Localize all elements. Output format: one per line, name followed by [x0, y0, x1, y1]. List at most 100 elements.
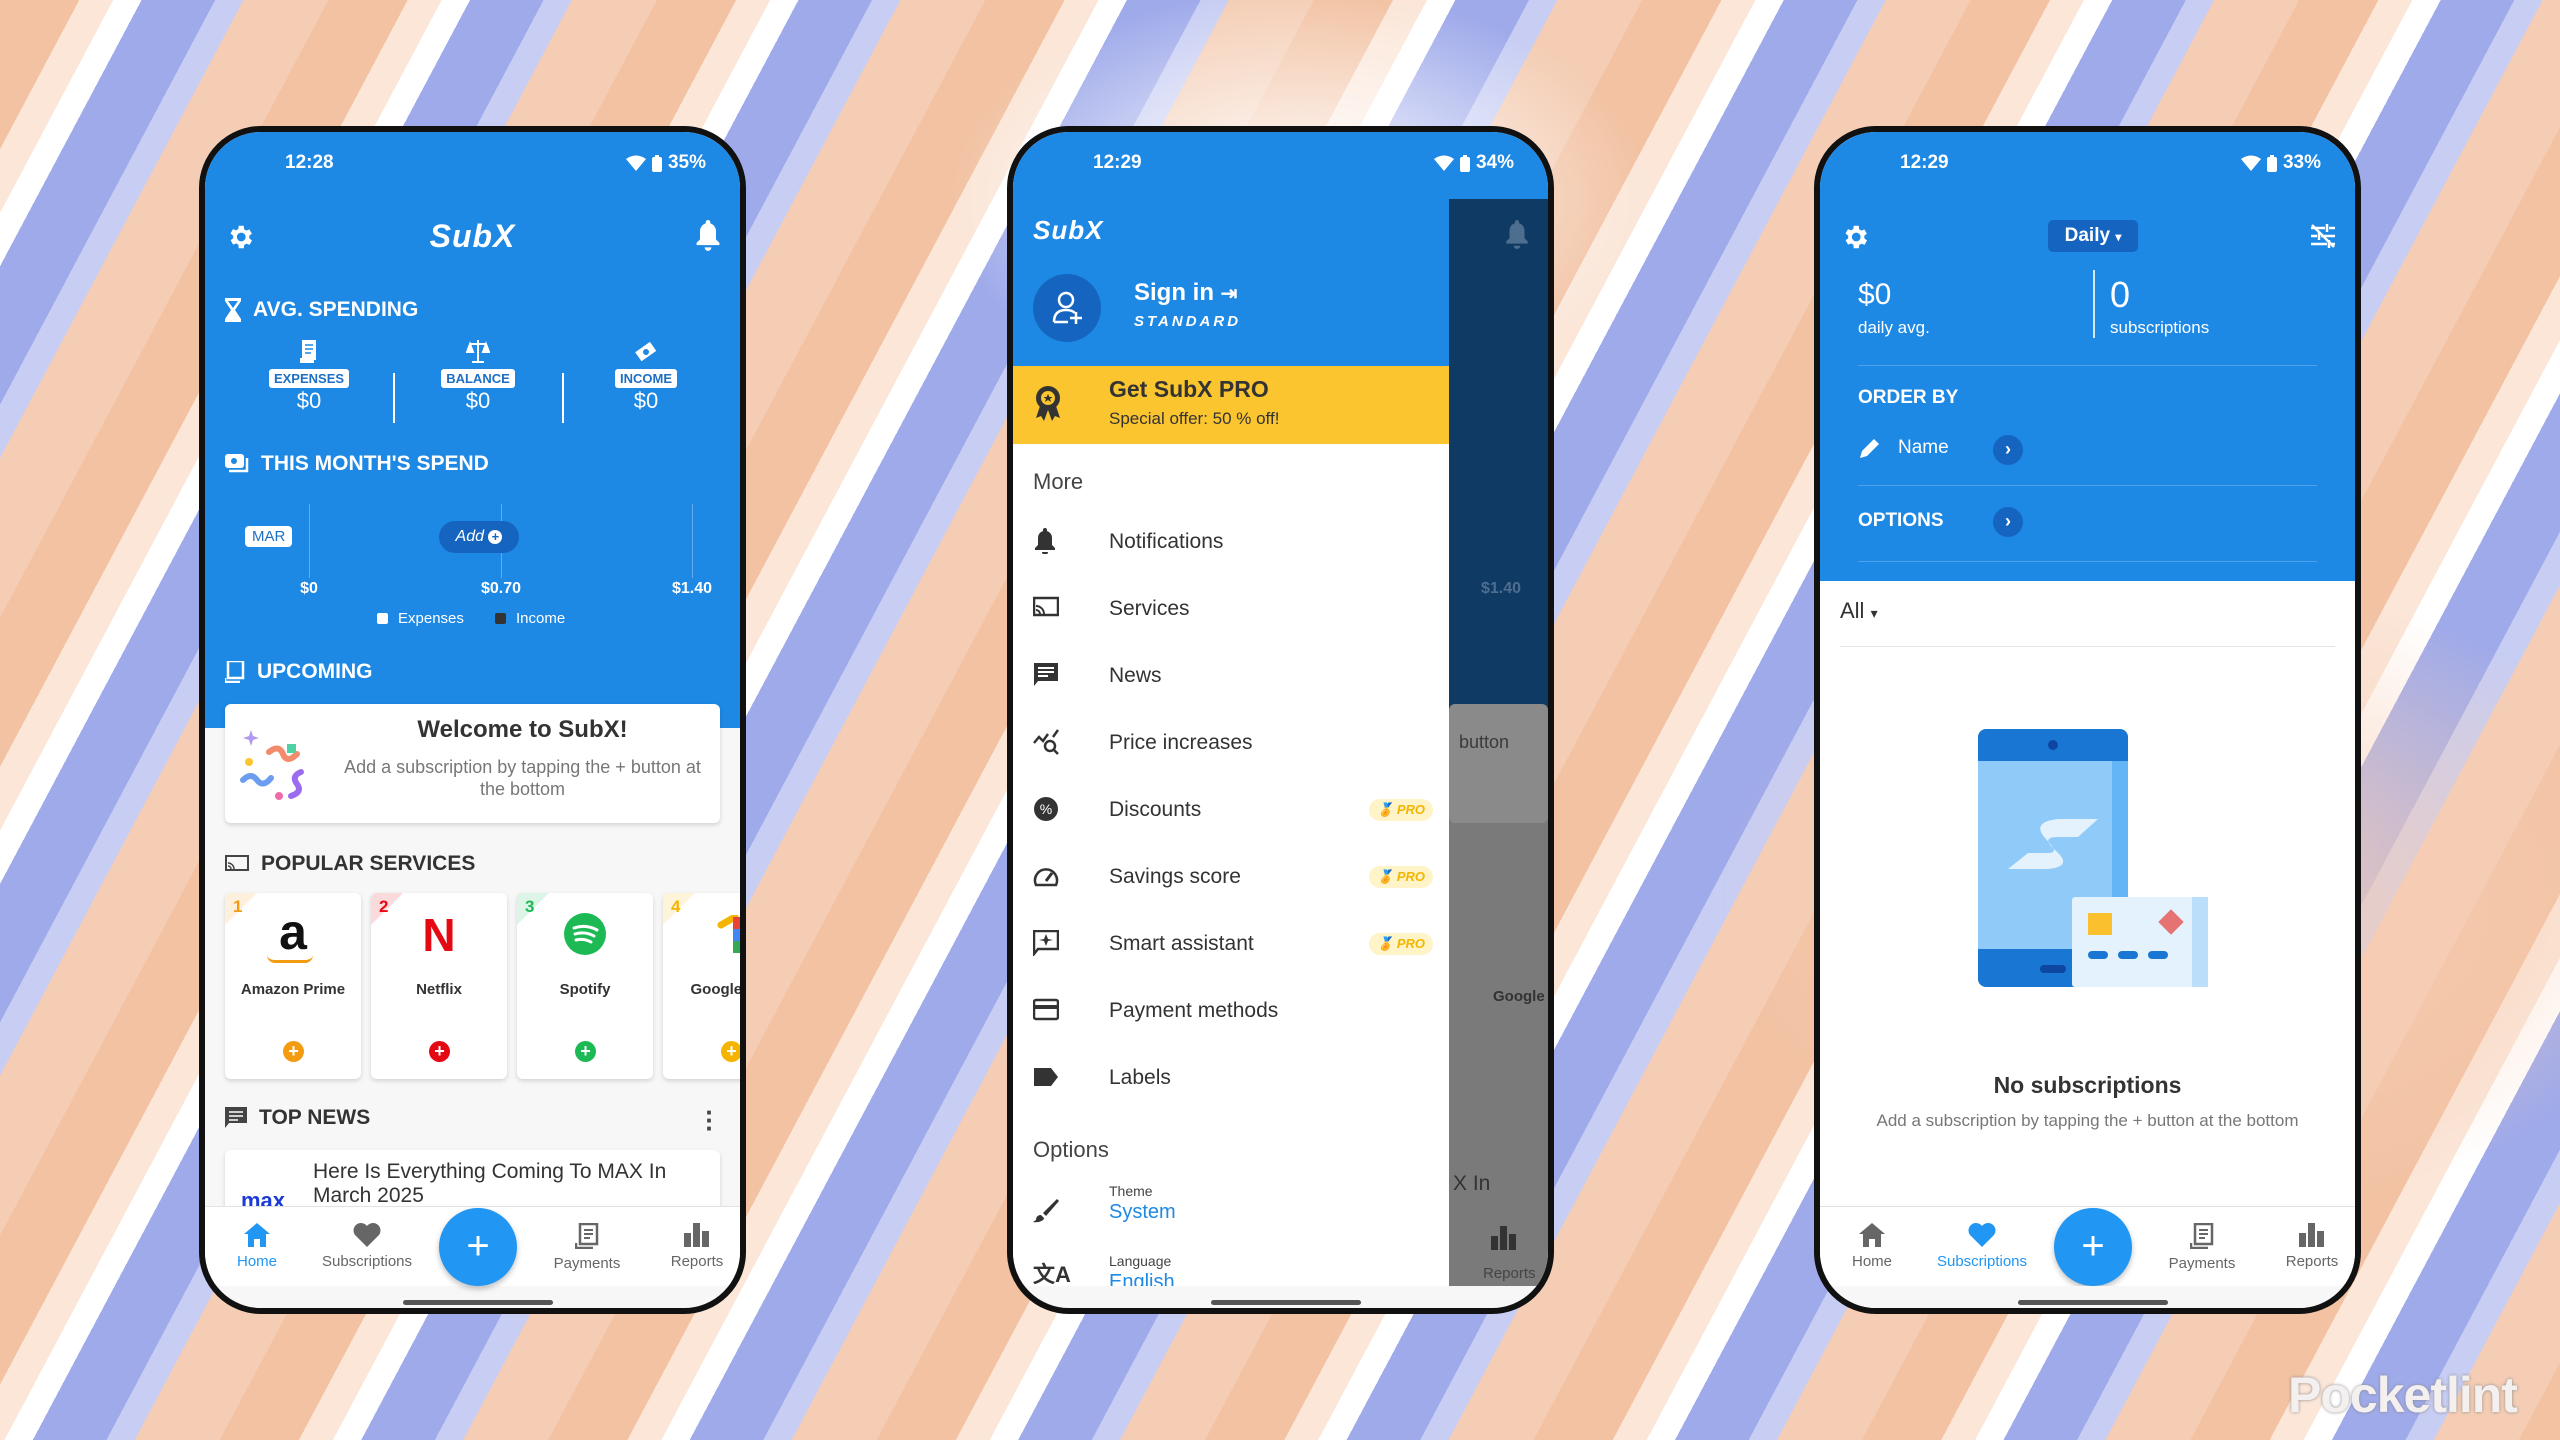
rank-number: 4 — [671, 897, 681, 916]
nav-label: Payments — [553, 1255, 621, 1272]
service-card-amazon-prime[interactable]: 1 a Amazon Prime + — [225, 893, 361, 1079]
add-subscription-fab[interactable]: + — [2054, 1208, 2132, 1286]
drawer-item-services[interactable]: Services — [1013, 581, 1449, 637]
drawer-item-label: Savings score — [1109, 865, 1241, 888]
service-card-netflix[interactable]: 2 N Netflix + — [371, 893, 507, 1079]
legend-income: Income — [495, 610, 565, 627]
dimmed-text: X In — [1453, 1172, 1491, 1195]
heart-icon — [353, 1223, 381, 1247]
add-subscription-fab[interactable]: + — [439, 1208, 517, 1286]
nav-reports[interactable]: Reports — [642, 1207, 740, 1270]
options-section-header: Options — [1033, 1137, 1109, 1162]
month-spend-heading: THIS MONTH'S SPEND — [225, 452, 489, 476]
add-service-button[interactable]: + — [283, 1041, 304, 1062]
chart-gridline — [309, 504, 310, 578]
drawer-item-label: Notifications — [1109, 530, 1224, 553]
nav-label: Subscriptions — [1936, 1253, 2028, 1270]
pro-badge-label: PRO — [1396, 936, 1425, 951]
drawer-item-labels[interactable]: Labels — [1013, 1050, 1449, 1106]
pro-badge: 🏅 PRO — [1369, 799, 1433, 821]
nav-home[interactable]: Home — [1820, 1207, 1927, 1270]
settings-gear-icon[interactable] — [1840, 222, 1870, 252]
status-icons: 35% — [625, 152, 706, 174]
divider — [1858, 561, 2317, 562]
service-card-spotify[interactable]: 3 Spotify + — [517, 893, 653, 1079]
service-name: Netflix — [416, 981, 462, 998]
wifi-icon — [2240, 155, 2261, 171]
nav-reports[interactable]: Reports — [2257, 1207, 2355, 1270]
filter-dropdown[interactable]: All ▾ — [1840, 598, 1878, 624]
welcome-title: Welcome to SubX! — [417, 716, 628, 743]
nav-label: Payments — [2168, 1255, 2236, 1272]
label-icon — [1034, 1068, 1058, 1086]
legend-swatch — [377, 613, 388, 624]
nav-payments[interactable]: Payments — [532, 1207, 642, 1272]
nav-home[interactable]: Home — [205, 1207, 312, 1270]
drawer-item-payment-methods[interactable]: Payment methods — [1013, 983, 1449, 1039]
legend-label: Expenses — [398, 610, 464, 627]
welcome-text: Add a subscription by tapping the + butt… — [344, 757, 701, 799]
filter-off-icon[interactable] — [2309, 222, 2337, 250]
drawer-item-smart-assistant[interactable]: Smart assistant 🏅 PRO — [1013, 916, 1449, 972]
drawer-item-price-increases[interactable]: Price increases — [1013, 715, 1449, 771]
add-service-button[interactable]: + — [429, 1041, 450, 1062]
promo-subtitle: Special offer: 50 % off! — [1109, 409, 1280, 428]
popular-services-title: POPULAR SERVICES — [261, 852, 476, 875]
stats-divider — [2093, 270, 2095, 338]
wifi-icon — [1433, 155, 1454, 171]
status-time: 12:29 — [1093, 152, 1142, 173]
dimmed-card — [1449, 704, 1548, 823]
drawer-item-label: News — [1109, 664, 1162, 687]
add-user-icon — [1052, 291, 1082, 324]
drawer-item-label: Smart assistant — [1109, 932, 1254, 955]
home-icon — [1859, 1223, 1885, 1247]
drawer-item-notifications[interactable]: Notifications — [1013, 514, 1449, 570]
nav-payments[interactable]: Payments — [2147, 1207, 2257, 1272]
drawer-item-news[interactable]: News — [1013, 648, 1449, 704]
dimmed-background[interactable] — [1449, 199, 1548, 709]
avg-spending-heading: AVG. SPENDING — [225, 298, 418, 322]
period-dropdown[interactable]: Daily ▾ — [2048, 220, 2138, 252]
phone-drawer-screen: $1.40 button Google C X In Reports 12:29… — [1007, 126, 1554, 1314]
welcome-card[interactable]: Welcome to SubX! Add a subscription by t… — [225, 704, 720, 823]
drawer-item-savings-score[interactable]: Savings score 🏅 PRO — [1013, 849, 1449, 905]
rank-number: 3 — [525, 897, 535, 916]
order-by-chevron-right-icon[interactable]: › — [1993, 435, 2023, 465]
options-chevron-right-icon[interactable]: › — [1993, 507, 2023, 537]
drawer-item-discounts[interactable]: % Discounts 🏅 PRO — [1013, 782, 1449, 838]
gesture-bar[interactable] — [2018, 1300, 2168, 1305]
bar-chart-icon — [1491, 1226, 1516, 1250]
promo-title: Get SubX PRO — [1109, 376, 1269, 402]
get-pro-banner[interactable]: Get SubX PRO Special offer: 50 % off! — [1013, 366, 1449, 444]
gesture-bar[interactable] — [1211, 1300, 1361, 1305]
avatar[interactable] — [1033, 274, 1101, 342]
bar-chart-icon — [2299, 1223, 2324, 1247]
drawer-item-label: Labels — [1109, 1066, 1171, 1089]
receipt-icon — [575, 1223, 599, 1249]
dimmed-tick: $1.40 — [1481, 580, 1522, 597]
axis-tick: $1.40 — [671, 580, 713, 597]
nav-subscriptions[interactable]: Subscriptions — [1927, 1207, 2037, 1270]
add-service-button[interactable]: + — [721, 1041, 740, 1062]
status-icons: 33% — [2240, 152, 2321, 174]
nav-subscriptions[interactable]: Subscriptions — [312, 1207, 422, 1270]
add-service-button[interactable]: + — [575, 1041, 596, 1062]
month-label: MAR — [245, 526, 293, 547]
option-value: System — [1109, 1201, 1176, 1223]
news-more-kebab-icon[interactable]: · · · — [705, 1099, 714, 1141]
pro-badge-label: PRO — [1396, 802, 1425, 817]
upcoming-title: UPCOMING — [257, 660, 373, 683]
order-by-value[interactable]: Name — [1898, 437, 1949, 459]
nav-label: Subscriptions — [321, 1253, 413, 1270]
add-spend-button[interactable]: Add + — [439, 521, 519, 553]
top-news-heading: TOP NEWS — [225, 1106, 370, 1130]
notifications-bell-icon[interactable] — [694, 220, 722, 252]
service-name: Amazon Prime — [240, 981, 346, 998]
theme-option[interactable]: Theme System — [1013, 1179, 1449, 1235]
gesture-bar[interactable] — [403, 1300, 553, 1305]
language-option[interactable]: 文A Language English — [1013, 1249, 1449, 1286]
service-card-google-one[interactable]: 4 Google One + — [663, 893, 740, 1079]
news-headline: Here Is Everything Coming To MAX In Marc… — [313, 1160, 667, 1207]
sign-in-link[interactable]: Sign in ⇥ — [1134, 279, 1237, 307]
amazon-logo-icon: a — [279, 904, 307, 960]
